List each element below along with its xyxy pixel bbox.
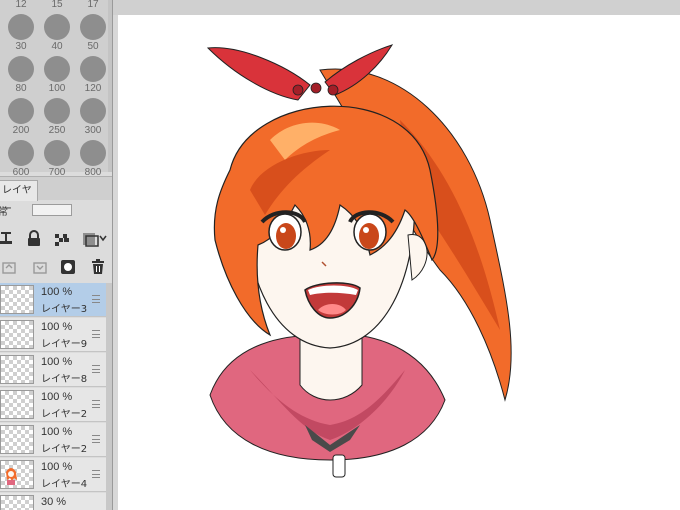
reference-layer-icon[interactable] bbox=[0, 230, 16, 248]
brush-size-200[interactable]: 200 bbox=[0, 92, 36, 136]
layer-list: 100 % レイヤー3 100 % レイヤー9 100 % レイヤー8 100 … bbox=[0, 283, 112, 510]
hair-tie-bead bbox=[292, 84, 304, 96]
layer-row[interactable]: 100 % レイヤー3 bbox=[0, 283, 106, 317]
layer-opacity-slider[interactable] bbox=[32, 204, 72, 216]
palette-scrollbar[interactable] bbox=[108, 0, 112, 172]
layer-thumbnail bbox=[0, 425, 34, 454]
left-panel: 12 15 17 30 40 50 80 100 120 200 250 300… bbox=[0, 0, 113, 510]
layer-opacity: 100 % bbox=[41, 461, 73, 473]
blend-mode-select[interactable]: 通常 bbox=[0, 203, 8, 218]
brush-size-17[interactable]: 17 bbox=[72, 0, 108, 10]
layer-thumbnail bbox=[0, 495, 34, 510]
brush-size-15[interactable]: 15 bbox=[36, 0, 72, 10]
brush-size-700[interactable]: 700 bbox=[36, 134, 72, 178]
layer-panel-tabbar: レイヤー bbox=[0, 176, 112, 215]
layer-opacity: 100 % bbox=[41, 286, 73, 298]
brush-size-120[interactable]: 120 bbox=[72, 50, 108, 94]
layer-name: レイヤー2 bbox=[41, 409, 88, 420]
left-pupil-highlight bbox=[280, 227, 286, 233]
zipper-pull bbox=[332, 454, 346, 478]
drawing-canvas[interactable] bbox=[118, 15, 680, 510]
tab-layer[interactable]: レイヤー bbox=[0, 180, 38, 215]
brush-size-palette: 12 15 17 30 40 50 80 100 120 200 250 300… bbox=[0, 0, 108, 178]
character-thumbnail-icon bbox=[6, 468, 17, 485]
brush-size-800[interactable]: 800 bbox=[72, 134, 108, 178]
character-illustration bbox=[206, 44, 512, 478]
drag-handle-icon[interactable] bbox=[92, 435, 100, 443]
layer-name: レイヤー4 bbox=[41, 479, 88, 490]
brush-size-40[interactable]: 40 bbox=[36, 8, 72, 52]
brush-size-300[interactable]: 300 bbox=[72, 92, 108, 136]
layer-opacity: 100 % bbox=[41, 426, 73, 438]
brush-size-12[interactable]: 12 bbox=[0, 0, 36, 10]
layer-row[interactable]: 100 % レイヤー4 bbox=[0, 458, 106, 492]
left-iris bbox=[276, 223, 296, 249]
layer-thumbnail bbox=[0, 460, 34, 489]
layer-opacity: 100 % bbox=[41, 356, 73, 368]
lock-transparency-icon[interactable] bbox=[53, 230, 71, 248]
blend-mode-row: 通常 bbox=[0, 200, 112, 222]
layer-row[interactable]: 100 % レイヤー8 bbox=[0, 353, 106, 387]
layer-mask-icon[interactable] bbox=[59, 258, 77, 276]
layer-thumbnail bbox=[0, 390, 34, 419]
brush-size-600[interactable]: 600 bbox=[0, 134, 36, 178]
layer-list-scrollbar[interactable] bbox=[106, 283, 112, 510]
layer-name: レイヤー8 bbox=[41, 374, 88, 385]
layer-opacity: 100 % bbox=[41, 391, 73, 403]
drag-handle-icon[interactable] bbox=[92, 330, 100, 338]
brush-size-30[interactable]: 30 bbox=[0, 8, 36, 52]
layer-row[interactable]: 30 % bbox=[0, 493, 106, 510]
layer-name: レイヤー3 bbox=[41, 304, 88, 315]
drag-handle-icon[interactable] bbox=[92, 470, 100, 478]
brush-size-80[interactable]: 80 bbox=[0, 50, 36, 94]
layer-action-toolbar bbox=[0, 254, 112, 282]
layer-name: レイヤー9 bbox=[41, 339, 88, 350]
layer-name: レイヤー2 bbox=[41, 444, 88, 455]
layer-row[interactable]: 100 % レイヤー2 bbox=[0, 388, 106, 422]
canvas-top-strip bbox=[113, 0, 680, 15]
hair-tie-bead bbox=[327, 84, 339, 96]
lock-icon[interactable] bbox=[25, 230, 43, 248]
layer-row[interactable]: 100 % レイヤー2 bbox=[0, 423, 106, 457]
brush-size-50[interactable]: 50 bbox=[72, 8, 108, 52]
new-layer-icon[interactable] bbox=[0, 258, 18, 276]
layer-thumbnail bbox=[0, 285, 34, 314]
layer-thumbnail bbox=[0, 355, 34, 384]
right-pupil-highlight bbox=[363, 227, 369, 233]
layer-property-toolbar bbox=[0, 226, 112, 254]
layer-row[interactable]: 100 % レイヤー9 bbox=[0, 318, 106, 352]
hair-tie-bead bbox=[310, 82, 322, 94]
merge-down-icon[interactable] bbox=[31, 258, 49, 276]
clipping-icon[interactable] bbox=[82, 230, 108, 248]
layer-opacity: 30 % bbox=[41, 496, 67, 508]
trash-icon[interactable] bbox=[89, 258, 107, 276]
drag-handle-icon[interactable] bbox=[92, 400, 100, 408]
drag-handle-icon[interactable] bbox=[92, 295, 100, 303]
layer-thumbnail bbox=[0, 320, 34, 349]
layer-opacity: 100 % bbox=[41, 321, 73, 333]
brush-size-250[interactable]: 250 bbox=[36, 92, 72, 136]
right-iris bbox=[359, 223, 379, 249]
brush-size-100[interactable]: 100 bbox=[36, 50, 72, 94]
drag-handle-icon[interactable] bbox=[92, 365, 100, 373]
